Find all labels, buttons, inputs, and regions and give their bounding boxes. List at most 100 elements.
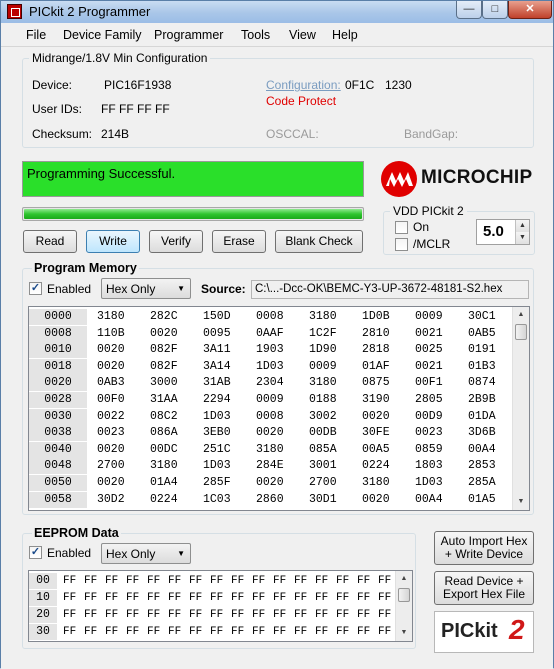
memory-cell[interactable]: 3180 bbox=[256, 442, 284, 458]
eeprom-byte[interactable]: FF bbox=[378, 590, 391, 606]
menu-device-family[interactable]: Device Family bbox=[63, 28, 142, 42]
eeprom-byte[interactable]: FF bbox=[252, 573, 265, 589]
eeprom-byte[interactable]: FF bbox=[63, 573, 76, 589]
menu-view[interactable]: View bbox=[289, 28, 316, 42]
eeprom-byte[interactable]: FF bbox=[273, 607, 286, 623]
eeprom-byte[interactable]: FF bbox=[63, 624, 76, 640]
memory-cell[interactable]: 0859 bbox=[415, 442, 443, 458]
memory-cell[interactable]: 1D03 bbox=[256, 359, 284, 375]
memory-cell[interactable]: 01DA bbox=[468, 409, 496, 425]
eeprom-byte[interactable]: FF bbox=[84, 607, 97, 623]
memory-cell[interactable]: 2853 bbox=[468, 458, 496, 474]
eeprom-byte[interactable]: FF bbox=[231, 590, 244, 606]
read-export-hex-button[interactable]: Read Device + Export Hex File bbox=[434, 571, 534, 605]
memory-cell[interactable]: 0008 bbox=[256, 309, 284, 325]
scroll-thumb[interactable] bbox=[515, 324, 527, 340]
program-memory-scrollbar[interactable]: ▲ ▼ bbox=[512, 307, 529, 510]
memory-cell[interactable]: 0008 bbox=[256, 409, 284, 425]
scroll-down-icon[interactable]: ▼ bbox=[396, 625, 412, 641]
eeprom-byte[interactable]: FF bbox=[84, 590, 97, 606]
eeprom-byte[interactable]: FF bbox=[273, 590, 286, 606]
eeprom-byte[interactable]: FF bbox=[210, 590, 223, 606]
eeprom-byte[interactable]: FF bbox=[189, 573, 202, 589]
memory-cell[interactable]: 30C1 bbox=[468, 309, 496, 325]
memory-cell[interactable]: 01A5 bbox=[468, 492, 496, 508]
eeprom-byte[interactable]: FF bbox=[378, 607, 391, 623]
memory-cell[interactable]: 0AAF bbox=[256, 326, 284, 342]
eeprom-byte[interactable]: FF bbox=[357, 573, 370, 589]
auto-import-write-button[interactable]: Auto Import Hex + Write Device bbox=[434, 531, 534, 565]
memory-cell[interactable]: 31AA bbox=[150, 392, 178, 408]
memory-cell[interactable]: 1D0B bbox=[362, 309, 390, 325]
eeprom-byte[interactable]: FF bbox=[168, 607, 181, 623]
eeprom-byte[interactable]: FF bbox=[315, 624, 328, 640]
eeprom-byte[interactable]: FF bbox=[336, 573, 349, 589]
memory-cell[interactable]: 282C bbox=[150, 309, 178, 325]
scroll-down-icon[interactable]: ▼ bbox=[513, 494, 529, 510]
program-memory-grid[interactable]: 0000 3180 282C 150D 0008 3180 1D0B 0009 30C1 0008… bbox=[28, 306, 530, 511]
memory-cell[interactable]: 0020 bbox=[256, 475, 284, 491]
eeprom-byte[interactable]: FF bbox=[105, 624, 118, 640]
memory-cell[interactable]: 0095 bbox=[203, 326, 231, 342]
eeprom-byte[interactable]: FF bbox=[147, 607, 160, 623]
memory-cell[interactable]: 0AB3 bbox=[97, 375, 125, 391]
title-bar[interactable]: PICkit 2 Programmer — □ ✕ bbox=[1, 1, 553, 23]
memory-cell[interactable]: 3EB0 bbox=[203, 425, 231, 441]
memory-cell[interactable]: 01B3 bbox=[468, 359, 496, 375]
eeprom-byte[interactable]: FF bbox=[126, 607, 139, 623]
eeprom-byte[interactable]: FF bbox=[357, 624, 370, 640]
eeprom-byte[interactable]: FF bbox=[168, 573, 181, 589]
eeprom-byte[interactable]: FF bbox=[105, 573, 118, 589]
eeprom-byte[interactable]: FF bbox=[231, 624, 244, 640]
eeprom-byte[interactable]: FF bbox=[105, 607, 118, 623]
memory-cell[interactable]: 00D9 bbox=[415, 409, 443, 425]
memory-cell[interactable]: 0875 bbox=[362, 375, 390, 391]
memory-cell[interactable]: 2700 bbox=[309, 475, 337, 491]
memory-cell[interactable]: 285F bbox=[203, 475, 231, 491]
memory-cell[interactable]: 251C bbox=[203, 442, 231, 458]
eeprom-byte[interactable]: FF bbox=[273, 624, 286, 640]
mclr-checkbox[interactable] bbox=[395, 238, 408, 251]
maximize-button[interactable]: □ bbox=[482, 1, 508, 19]
memory-cell[interactable]: 01A4 bbox=[150, 475, 178, 491]
memory-cell[interactable]: 0021 bbox=[415, 326, 443, 342]
memory-cell[interactable]: 00A5 bbox=[362, 442, 390, 458]
memory-cell[interactable]: 00F0 bbox=[97, 392, 125, 408]
memory-cell[interactable]: 3180 bbox=[309, 309, 337, 325]
memory-cell[interactable]: 1903 bbox=[256, 342, 284, 358]
eeprom-byte[interactable]: FF bbox=[147, 573, 160, 589]
memory-cell[interactable]: 3A11 bbox=[203, 342, 231, 358]
memory-cell[interactable]: 0023 bbox=[415, 425, 443, 441]
memory-cell[interactable]: 00A4 bbox=[468, 442, 496, 458]
memory-cell[interactable]: 0020 bbox=[256, 425, 284, 441]
memory-cell[interactable]: 30D1 bbox=[309, 492, 337, 508]
eeprom-byte[interactable]: FF bbox=[315, 573, 328, 589]
memory-cell[interactable]: 0009 bbox=[256, 392, 284, 408]
memory-cell[interactable]: 0020 bbox=[150, 326, 178, 342]
minimize-button[interactable]: — bbox=[456, 1, 482, 19]
memory-cell[interactable]: 0020 bbox=[97, 342, 125, 358]
memory-cell[interactable]: 0020 bbox=[97, 359, 125, 375]
memory-cell[interactable]: 2810 bbox=[362, 326, 390, 342]
memory-cell[interactable]: 0191 bbox=[468, 342, 496, 358]
memory-cell[interactable]: 08C2 bbox=[150, 409, 178, 425]
memory-cell[interactable]: 085A bbox=[309, 442, 337, 458]
verify-button[interactable]: Verify bbox=[149, 230, 203, 253]
memory-cell[interactable]: 1D90 bbox=[309, 342, 337, 358]
scroll-up-icon[interactable]: ▲ bbox=[513, 307, 529, 323]
memory-cell[interactable]: 00F1 bbox=[415, 375, 443, 391]
memory-cell[interactable]: 110B bbox=[97, 326, 125, 342]
memory-cell[interactable]: 284E bbox=[256, 458, 284, 474]
eeprom-byte[interactable]: FF bbox=[189, 590, 202, 606]
eeprom-grid[interactable]: 00 FF FF FF FF FF FF FF FF FF FF FF FF FF FF FF FF 10 FF FF… bbox=[28, 570, 413, 642]
eeprom-byte[interactable]: FF bbox=[294, 573, 307, 589]
voltage-down-button[interactable]: ▼ bbox=[515, 232, 529, 244]
eeprom-byte[interactable]: FF bbox=[189, 624, 202, 640]
memory-cell[interactable]: 0021 bbox=[415, 359, 443, 375]
memory-cell[interactable]: 3002 bbox=[309, 409, 337, 425]
eeprom-byte[interactable]: FF bbox=[147, 590, 160, 606]
memory-cell[interactable]: 00DC bbox=[150, 442, 178, 458]
memory-cell[interactable]: 1C2F bbox=[309, 326, 337, 342]
memory-cell[interactable]: 2818 bbox=[362, 342, 390, 358]
memory-cell[interactable]: 2304 bbox=[256, 375, 284, 391]
